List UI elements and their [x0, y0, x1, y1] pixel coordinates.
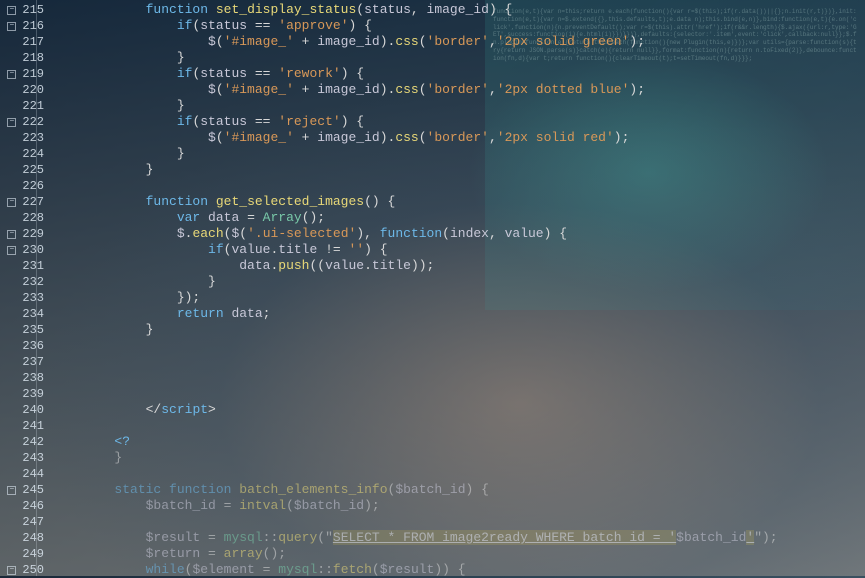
- code-line[interactable]: if(status == 'approve') {: [52, 18, 865, 34]
- line-number: −216: [0, 18, 44, 34]
- code-line[interactable]: [52, 466, 865, 482]
- code-line[interactable]: }: [52, 50, 865, 66]
- code-line[interactable]: return data;: [52, 306, 865, 322]
- line-number: −229: [0, 226, 44, 242]
- code-line[interactable]: $batch_id = intval($batch_id);: [52, 498, 865, 514]
- code-line[interactable]: $return = array();: [52, 546, 865, 562]
- code-line[interactable]: [52, 354, 865, 370]
- code-line[interactable]: [52, 514, 865, 530]
- code-line[interactable]: [52, 418, 865, 434]
- line-number: −245: [0, 482, 44, 498]
- line-number: 237: [0, 354, 44, 370]
- line-number: 247: [0, 514, 44, 530]
- code-line[interactable]: [52, 386, 865, 402]
- fold-marker-icon[interactable]: −: [7, 70, 16, 79]
- code-line[interactable]: $('#image_' + image_id).css('border','2p…: [52, 130, 865, 146]
- code-line[interactable]: });: [52, 290, 865, 306]
- line-number: 242: [0, 434, 44, 450]
- fold-marker-icon[interactable]: −: [7, 198, 16, 207]
- line-number: 240: [0, 402, 44, 418]
- line-number: 241: [0, 418, 44, 434]
- code-line[interactable]: [52, 178, 865, 194]
- line-number: 218: [0, 50, 44, 66]
- code-line[interactable]: }: [52, 146, 865, 162]
- line-number: −219: [0, 66, 44, 82]
- code-line[interactable]: if(status == 'reject') {: [52, 114, 865, 130]
- line-number: 217: [0, 34, 44, 50]
- code-line[interactable]: <?: [52, 434, 865, 450]
- line-number: 235: [0, 322, 44, 338]
- code-line[interactable]: data.push((value.title));: [52, 258, 865, 274]
- line-number: 225: [0, 162, 44, 178]
- code-line[interactable]: $('#image_' + image_id).css('border','2p…: [52, 82, 865, 98]
- code-line[interactable]: var data = Array();: [52, 210, 865, 226]
- line-number: 239: [0, 386, 44, 402]
- line-number: 221: [0, 98, 44, 114]
- line-number: 231: [0, 258, 44, 274]
- line-number: −215: [0, 2, 44, 18]
- fold-marker-icon[interactable]: −: [7, 230, 16, 239]
- code-line[interactable]: }: [52, 162, 865, 178]
- line-number: −227: [0, 194, 44, 210]
- code-line[interactable]: if(status == 'rework') {: [52, 66, 865, 82]
- line-number: 236: [0, 338, 44, 354]
- fold-marker-icon[interactable]: −: [7, 566, 16, 575]
- fold-marker-icon[interactable]: −: [7, 6, 16, 15]
- line-number: 244: [0, 466, 44, 482]
- line-number: −222: [0, 114, 44, 130]
- code-line[interactable]: static function batch_elements_info($bat…: [52, 482, 865, 498]
- line-number: 234: [0, 306, 44, 322]
- code-content[interactable]: function set_display_status(status, imag…: [52, 0, 865, 576]
- line-number: 223: [0, 130, 44, 146]
- line-number: 246: [0, 498, 44, 514]
- code-line[interactable]: [52, 338, 865, 354]
- line-number: 232: [0, 274, 44, 290]
- line-number: −230: [0, 242, 44, 258]
- line-number-gutter: −215−216217218−219220221−222223224225226…: [0, 0, 52, 576]
- code-line[interactable]: $('#image_' + image_id).css('border','2p…: [52, 34, 865, 50]
- line-number: 220: [0, 82, 44, 98]
- code-line[interactable]: </script>: [52, 402, 865, 418]
- line-number: 238: [0, 370, 44, 386]
- fold-marker-icon[interactable]: −: [7, 22, 16, 31]
- line-number: 248: [0, 530, 44, 546]
- line-number: 226: [0, 178, 44, 194]
- fold-marker-icon[interactable]: −: [7, 246, 16, 255]
- line-number: 243: [0, 450, 44, 466]
- fold-marker-icon[interactable]: −: [7, 486, 16, 495]
- code-line[interactable]: function set_display_status(status, imag…: [52, 2, 865, 18]
- code-line[interactable]: }: [52, 274, 865, 290]
- line-number: 249: [0, 546, 44, 562]
- code-editor[interactable]: −215−216217218−219220221−222223224225226…: [0, 0, 865, 576]
- fold-marker-icon[interactable]: −: [7, 118, 16, 127]
- code-line[interactable]: [52, 370, 865, 386]
- line-number: 233: [0, 290, 44, 306]
- code-line[interactable]: }: [52, 322, 865, 338]
- code-line[interactable]: function get_selected_images() {: [52, 194, 865, 210]
- line-number: 224: [0, 146, 44, 162]
- code-line[interactable]: }: [52, 98, 865, 114]
- code-line[interactable]: $.each($('.ui-selected'), function(index…: [52, 226, 865, 242]
- line-number: 228: [0, 210, 44, 226]
- code-line[interactable]: }: [52, 450, 865, 466]
- code-line[interactable]: if(value.title != '') {: [52, 242, 865, 258]
- code-line[interactable]: $result = mysql::query("SELECT * FROM im…: [52, 530, 865, 546]
